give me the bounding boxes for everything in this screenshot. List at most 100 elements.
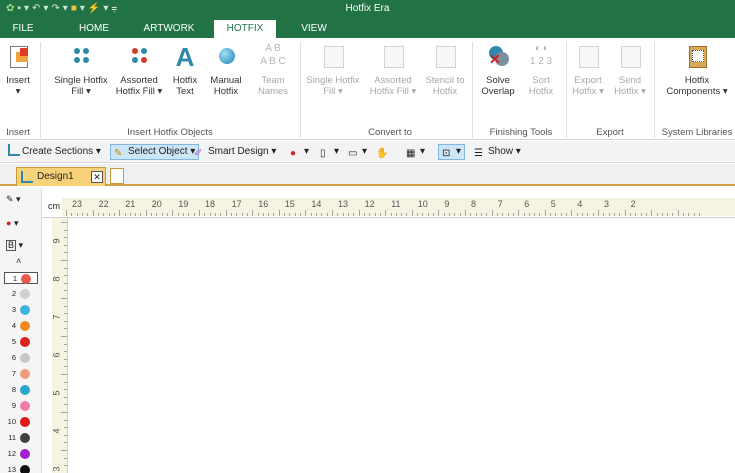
sort-hotfix-button[interactable]: ◐◑ 1 2 3 Sort Hotfix: [522, 42, 560, 97]
color-item[interactable]: 7: [4, 368, 38, 380]
smart-design-button[interactable]: ✐ Smart Design ▾: [194, 144, 276, 160]
ruler-number: 3: [51, 466, 62, 472]
color-item[interactable]: 8: [4, 384, 38, 396]
tab-artwork[interactable]: ARTWORK: [140, 20, 198, 38]
zoom-area-button[interactable]: ▭ ▾: [348, 144, 367, 160]
ruler-tick: [347, 213, 349, 216]
send-hotfix-button[interactable]: Send Hotfix ▾: [612, 42, 648, 97]
ruler-tick: [289, 213, 291, 216]
ruler-number: 18: [205, 199, 216, 209]
color-item[interactable]: 3: [4, 304, 38, 316]
color-item[interactable]: 13: [4, 464, 38, 473]
pan-hand-button[interactable]: ✋: [376, 144, 390, 160]
ruler-tick: [64, 465, 67, 467]
zoom-in-button[interactable]: ● ▾: [290, 144, 309, 160]
ruler-tick: [369, 213, 371, 216]
ruler-tick: [188, 213, 190, 216]
convert-single-hotfix-fill-button[interactable]: Single Hotfix Fill ▾: [306, 42, 360, 97]
ruler-number: 4: [51, 428, 62, 434]
ruler-number: 12: [364, 199, 375, 209]
color-item[interactable]: 6: [4, 352, 38, 364]
ruler-number: 7: [497, 199, 503, 209]
assorted-hotfix-fill-label: Assorted Hotfix Fill: [115, 75, 158, 97]
convert-assorted-hotfix-fill-button[interactable]: Assorted Hotfix Fill ▾: [366, 42, 420, 97]
assorted-hotfix-fill-button[interactable]: Assorted Hotfix Fill ▾: [114, 42, 164, 97]
ruler-tick: [374, 213, 376, 216]
color-item[interactable]: 5: [4, 336, 38, 348]
ruler-tick: [135, 213, 137, 216]
insert-button[interactable]: Insert ▾: [4, 42, 32, 97]
color-item[interactable]: 2: [4, 288, 38, 300]
hotfix-text-label: Hotfix Text: [172, 75, 198, 97]
send-hotfix-icon: [615, 42, 645, 72]
new-document-button[interactable]: [110, 168, 124, 184]
export-hotfix-button[interactable]: Export Hotfix ▾: [570, 42, 606, 97]
tab-home[interactable]: HOME: [74, 20, 114, 38]
ruler-unit: cm: [48, 201, 60, 211]
scroll-up-icon[interactable]: ˄: [16, 256, 21, 266]
group-insert: Insert: [6, 127, 30, 138]
ruler-tick: [613, 213, 615, 216]
tab-view[interactable]: VIEW: [294, 20, 334, 38]
sort-hotfix-icon: ◐◑ 1 2 3: [529, 43, 553, 67]
zoom-page-button[interactable]: ▯ ▾: [320, 144, 339, 160]
show-button[interactable]: ☰ Show ▾: [474, 144, 521, 160]
ruler-tick: [209, 213, 211, 216]
grid-button[interactable]: ▦ ▾: [406, 144, 425, 160]
ruler-tick: [321, 213, 323, 216]
ruler-tick: [528, 213, 530, 216]
manual-hotfix-label: Manual Hotfix: [210, 75, 242, 97]
ruler-tick: [465, 210, 466, 216]
create-sections-button[interactable]: Create Sections ▾: [8, 144, 101, 160]
ribbon: Insert ▾ Insert Single Hotfix Fill ▾ Asso…: [0, 38, 735, 140]
ruler-number: 8: [51, 276, 62, 282]
ruler-number: 4: [577, 199, 583, 209]
assorted-hotfix-fill-icon: [124, 42, 154, 72]
ruler-tick: [64, 404, 67, 406]
create-sections-label: Create Sections: [22, 146, 94, 157]
ruler-tick: [576, 213, 578, 216]
tab-file[interactable]: FILE: [4, 20, 42, 38]
stencil-to-hotfix-button[interactable]: Stencil to Hotfix: [424, 42, 466, 97]
color-item[interactable]: 10: [4, 416, 38, 428]
solve-overlap-label: Solve Overlap: [481, 75, 515, 97]
ruler-tick: [427, 213, 429, 216]
stone-tool-button[interactable]: ● ▾: [6, 218, 18, 229]
letter-tool-button[interactable]: B ▾: [6, 240, 23, 251]
vertical-ruler: 9 8 7 6 5 4 3: [52, 218, 68, 473]
pen-tool-button[interactable]: ✎ ▾: [6, 194, 21, 205]
document-tab-design1[interactable]: Design1 ✕: [16, 167, 106, 186]
team-names-button[interactable]: A BA B C Team Names: [254, 42, 292, 97]
ruler-tick: [61, 412, 67, 413]
color-item[interactable]: 11: [4, 432, 38, 444]
manual-hotfix-button[interactable]: Manual Hotfix: [206, 42, 246, 97]
ruler-tick: [199, 210, 200, 216]
design-canvas[interactable]: [69, 219, 735, 473]
color-item[interactable]: 9: [4, 400, 38, 412]
hotfix-components-button[interactable]: Hotfix Components ▾: [662, 42, 732, 97]
color-item[interactable]: 12: [4, 448, 38, 460]
ruler-tick: [97, 213, 99, 216]
ruler-tick: [64, 366, 67, 368]
hotfix-text-button[interactable]: A Hotfix Text: [170, 42, 200, 97]
snap-button[interactable]: ⊡ ▾: [438, 144, 466, 160]
ruler-tick: [411, 210, 413, 216]
solve-overlap-button[interactable]: ✕ Solve Overlap: [478, 42, 518, 97]
ruler-tick: [385, 210, 387, 216]
close-tab-icon[interactable]: ✕: [91, 171, 103, 183]
ruler-tick: [337, 213, 339, 216]
ruler-tick: [592, 213, 594, 216]
convert-single-label: Single Hotfix Fill: [306, 75, 360, 97]
color-number: 7: [11, 369, 16, 378]
color-item[interactable]: 1: [4, 272, 38, 284]
color-item[interactable]: 4: [4, 320, 38, 332]
ruler-tick: [64, 358, 67, 360]
select-object-button[interactable]: ✎ Select Object ▾: [110, 144, 200, 160]
ruler-tick: [257, 213, 259, 216]
ruler-tick: [246, 213, 248, 216]
single-hotfix-fill-button[interactable]: Single Hotfix Fill ▾: [54, 42, 108, 97]
tab-hotfix[interactable]: HOTFIX: [214, 20, 276, 38]
document-icon: [21, 171, 33, 183]
ruler-tick: [113, 213, 115, 216]
ruler-tick: [598, 210, 599, 216]
